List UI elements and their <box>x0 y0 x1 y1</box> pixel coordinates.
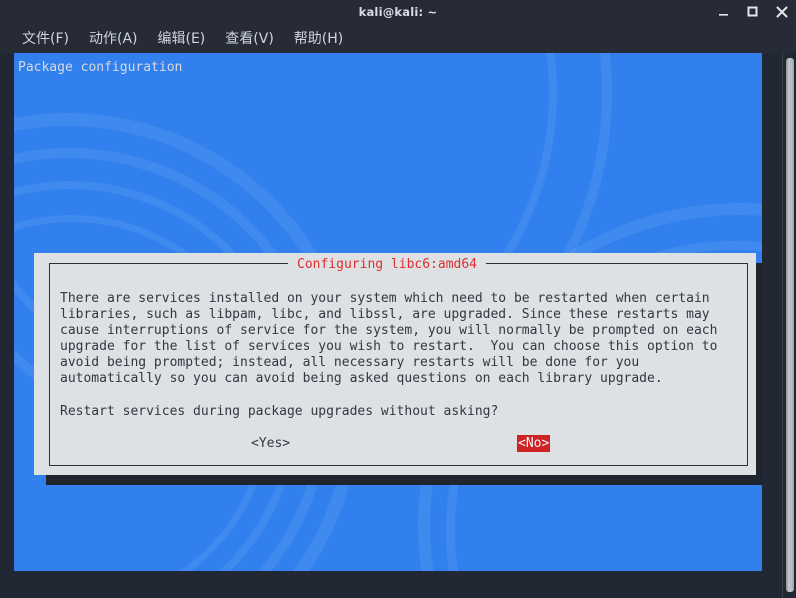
dialog-body-line: cause interruptions of service for the s… <box>60 323 718 339</box>
terminal-scrollbar[interactable] <box>782 53 796 598</box>
dialog-body-line: avoid being prompted; instead, all neces… <box>60 355 640 371</box>
dialog-body-line: There are services installed on your sys… <box>60 291 710 306</box>
terminal-content-area: Package configuration Configuring libc6:… <box>0 53 796 598</box>
terminal-screen[interactable]: Package configuration Configuring libc6:… <box>14 53 762 571</box>
dialog-body-line: automatically so you can avoid being ask… <box>60 371 663 387</box>
maximize-icon[interactable] <box>746 5 759 18</box>
minimize-icon[interactable] <box>717 5 730 18</box>
menu-item-view[interactable]: 查看(V) <box>215 26 284 50</box>
menu-item-edit[interactable]: 编辑(E) <box>148 26 216 50</box>
window-controls <box>717 0 788 23</box>
dialog-body-line: upgrade for the list of services you wis… <box>60 339 718 355</box>
dialog-title: Configuring libc6:amd64 <box>288 256 487 273</box>
package-configuration-header: Package configuration <box>18 60 183 75</box>
scrollbar-thumb[interactable] <box>786 58 794 592</box>
yes-button[interactable]: <Yes> <box>251 435 290 452</box>
dialog-question-text: Restart services during package upgrades… <box>60 404 499 419</box>
no-button[interactable]: <No> <box>517 435 551 452</box>
dialog-body-text: There are services installed on your sys… <box>60 291 740 388</box>
terminal-window: kali@kali: ~ 文件(F) 动作(A) 编辑(E) 查看(V) 帮助(… <box>0 0 796 598</box>
window-titlebar[interactable]: kali@kali: ~ <box>0 0 796 23</box>
close-icon[interactable] <box>775 5 788 18</box>
dialog-body-line: libraries, such as libpam, libc, and lib… <box>60 307 710 323</box>
menu-bar: 文件(F) 动作(A) 编辑(E) 查看(V) 帮助(H) <box>0 23 796 53</box>
window-title: kali@kali: ~ <box>358 4 438 19</box>
menu-item-actions[interactable]: 动作(A) <box>79 26 148 50</box>
menu-item-file[interactable]: 文件(F) <box>12 26 79 50</box>
menu-item-help[interactable]: 帮助(H) <box>284 26 353 50</box>
